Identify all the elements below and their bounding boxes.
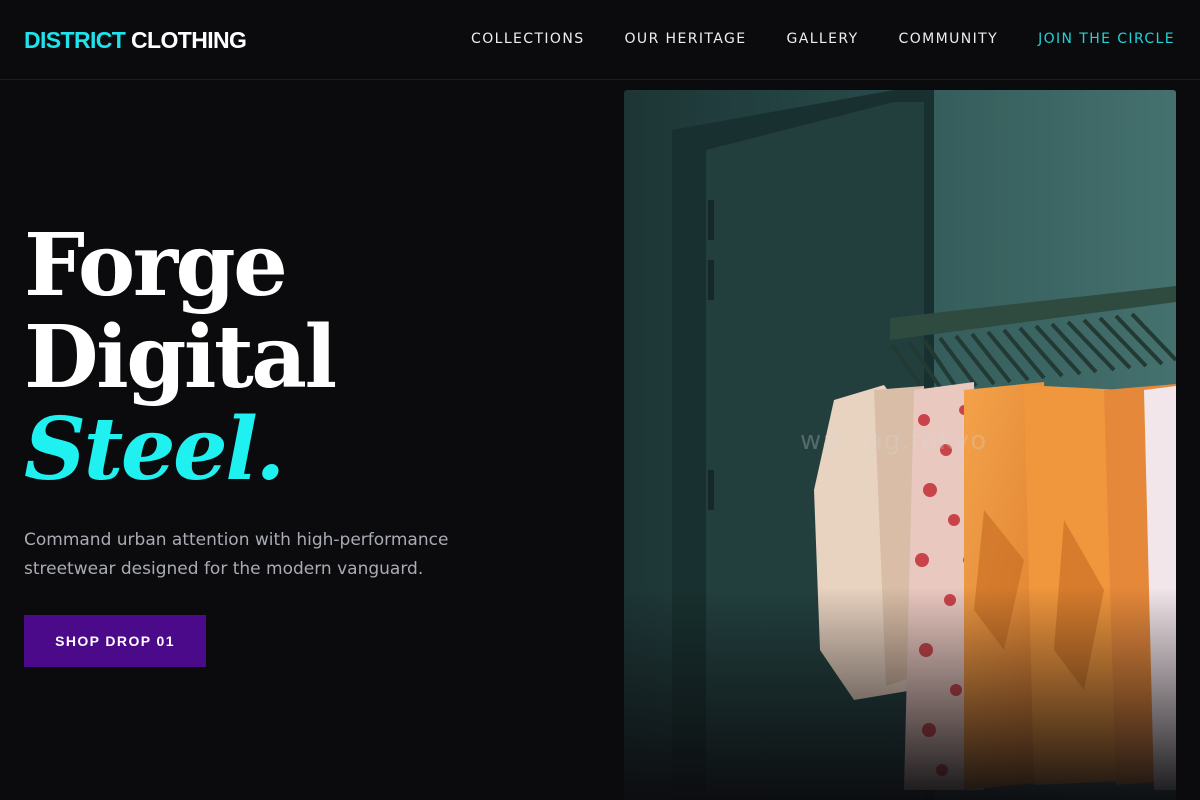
brand-logo[interactable]: DISTRICT CLOTHING <box>24 27 247 53</box>
main-nav: COLLECTIONS OUR HERITAGE GALLERY COMMUNI… <box>471 30 1175 48</box>
headline-line-steel: Steel. <box>24 399 285 500</box>
site-header: DISTRICT CLOTHING COLLECTIONS OUR HERITA… <box>0 0 1200 80</box>
nav-link-join-the-circle[interactable]: JOIN THE CIRCLE <box>1038 30 1175 48</box>
nav-link-collections[interactable]: COLLECTIONS <box>471 30 584 48</box>
headline-line-forge: Forge <box>24 215 288 316</box>
nav-link-our-heritage[interactable]: OUR HERITAGE <box>625 30 747 48</box>
nav-link-gallery[interactable]: GALLERY <box>786 30 858 48</box>
hero-image: wa...ag.tokyo <box>624 90 1176 800</box>
image-watermark: wa...ag.tokyo <box>800 426 988 456</box>
hero-subtitle: Command urban attention with high-perfor… <box>24 530 449 579</box>
hero-headline: Forge Digital Steel. <box>24 215 337 500</box>
nav-link-community[interactable]: COMMUNITY <box>899 30 999 48</box>
shop-drop-button[interactable]: SHOP DROP 01 <box>24 615 206 667</box>
logo-word-clothing: CLOTHING <box>131 27 247 53</box>
logo-word-district: DISTRICT <box>24 27 126 53</box>
headline-line-digital: Digital <box>24 307 337 408</box>
